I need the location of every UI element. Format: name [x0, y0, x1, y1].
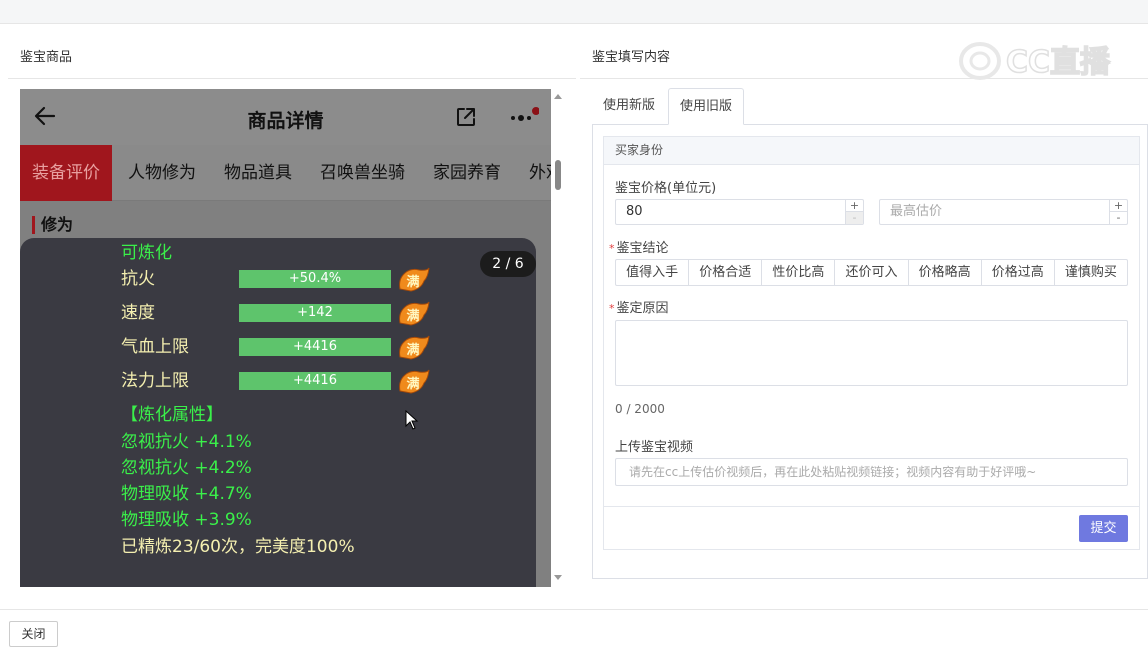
left-scrollbar[interactable] [551, 92, 565, 582]
refine-attr-title: 【炼化属性】 [121, 405, 223, 425]
stat-value: +4416 [293, 339, 337, 354]
max-estimate-input[interactable]: 最高估价 + - [879, 199, 1128, 225]
phone-tab-bar: 装备评价 人物修为 物品道具 召唤兽坐骑 家园养育 外观 [20, 145, 551, 201]
conclusion-option[interactable]: 还价可入 [835, 260, 909, 285]
required-mark: * [609, 242, 615, 255]
conclusion-option[interactable]: 价格过高 [982, 260, 1055, 285]
form-footer-divider [604, 506, 1139, 507]
required-mark: * [609, 302, 615, 315]
cc-live-watermark: CC直播 [959, 42, 1112, 81]
stat-name: 气血上限 [121, 337, 189, 357]
image-counter: 2 / 6 [480, 251, 536, 277]
stat-bar: +4416 [239, 372, 391, 390]
phone-tab-home[interactable]: 家园养育 [433, 145, 501, 201]
stat-bar: +142 [239, 304, 391, 322]
refine-attr: 忽视抗火 +4.1% [121, 432, 252, 452]
full-badge-icon: 满 [399, 301, 430, 326]
price-label: 鉴宝价格(单位元) [615, 181, 717, 196]
full-badge-icon: 满 [399, 369, 430, 394]
section-label: 修为 [32, 216, 73, 234]
reason-char-counter: 0 / 2000 [615, 402, 665, 416]
phone-tab-appearance[interactable]: 外观 [529, 145, 551, 201]
conclusion-label-wrap: * 鉴宝结论 [609, 237, 669, 256]
top-bar [0, 0, 1148, 24]
badge-text: 满 [406, 342, 419, 358]
stat-value: +4416 [293, 373, 337, 388]
mouse-cursor-icon [405, 410, 419, 430]
full-badge-icon: 满 [399, 267, 430, 292]
reason-label: 鉴定原因 [616, 301, 669, 316]
conclusion-options: 值得入手 价格合适 性价比高 还价可入 价格略高 价格过高 谨慎购买 [615, 259, 1128, 286]
stat-bar: +50.4% [239, 270, 391, 288]
price-value: 80 [626, 204, 643, 219]
phone-tab-cultivation[interactable]: 人物修为 [128, 145, 196, 201]
max-estimate-decrement-button[interactable]: - [1110, 212, 1127, 224]
left-panel-title: 鉴宝商品 [20, 50, 73, 65]
reason-textarea[interactable] [615, 320, 1128, 386]
max-estimate-stepper: + - [1109, 200, 1127, 224]
badge-text: 满 [406, 308, 419, 324]
conclusion-option[interactable]: 性价比高 [762, 260, 836, 285]
price-input[interactable]: 80 + - [615, 199, 864, 225]
video-link-input[interactable]: 请先在cc上传估价视频后，再在此处粘贴视频链接；视频内容有助于好评哦~ [615, 458, 1128, 486]
conclusion-option[interactable]: 值得入手 [616, 260, 690, 285]
stat-row: 气血上限 +4416 满 [121, 335, 451, 360]
phone-tab-summons[interactable]: 召唤兽坐骑 [320, 145, 405, 201]
stat-name: 法力上限 [121, 371, 189, 391]
stat-row: 抗火 +50.4% 满 [121, 267, 451, 292]
stat-row: 法力上限 +4416 满 [121, 369, 451, 394]
tab-old-version[interactable]: 使用旧版 [668, 88, 745, 125]
badge-text: 满 [406, 274, 419, 290]
phone-header: 商品详情 [20, 89, 551, 145]
price-stepper: + - [845, 200, 863, 224]
tab-new-version[interactable]: 使用新版 [592, 88, 666, 125]
conclusion-option[interactable]: 谨慎购买 [1055, 260, 1127, 285]
stat-value: +50.4% [288, 271, 342, 286]
footer-divider [0, 609, 1148, 610]
stat-name: 速度 [121, 303, 155, 323]
refine-label: 可炼化 [121, 243, 172, 263]
refine-attr: 忽视抗火 +4.2% [121, 458, 252, 478]
conclusion-label: 鉴宝结论 [616, 241, 669, 256]
buyer-identity-header: 买家身份 [604, 137, 1139, 165]
watermark-text: CC直播 [1006, 45, 1111, 80]
share-icon [457, 108, 475, 126]
stat-value: +142 [297, 305, 333, 320]
phone-tab-items[interactable]: 物品道具 [224, 145, 292, 201]
right-panel-title: 鉴宝填写内容 [592, 50, 671, 65]
price-decrement-button[interactable]: - [846, 212, 863, 224]
refine-summary: 已精炼23/60次，完美度100% [121, 537, 355, 557]
detail-popup: 2 / 6 可炼化 抗火 +50.4% 满 速度 +142 满 气血上限 +44… [20, 238, 536, 587]
badge-text: 满 [406, 376, 419, 392]
refine-attr: 物理吸收 +3.9% [121, 510, 252, 530]
left-divider [8, 78, 576, 79]
phone-tab-equipment[interactable]: 装备评价 [20, 145, 112, 201]
phone-screenshot: 商品详情 装备评价 人物修为 物品道具 召唤兽坐骑 家园养育 外观 修为 2 /… [20, 89, 551, 587]
full-badge-icon: 满 [399, 335, 430, 360]
close-button[interactable]: 关闭 [9, 621, 58, 647]
video-label: 上传鉴宝视频 [615, 440, 694, 455]
max-estimate-placeholder: 最高估价 [890, 204, 943, 219]
version-tabs: 使用新版 使用旧版 [592, 88, 1148, 125]
conclusion-option[interactable]: 价格略高 [909, 260, 982, 285]
reason-label-wrap: * 鉴定原因 [609, 297, 669, 316]
submit-button[interactable]: 提交 [1079, 515, 1128, 542]
stat-bar: +4416 [239, 338, 391, 356]
refine-attr: 物理吸收 +4.7% [121, 484, 252, 504]
more-dots-icon [511, 107, 539, 121]
stat-name: 抗火 [121, 269, 155, 289]
stat-row: 速度 +142 满 [121, 301, 451, 326]
conclusion-option[interactable]: 价格合适 [689, 260, 763, 285]
